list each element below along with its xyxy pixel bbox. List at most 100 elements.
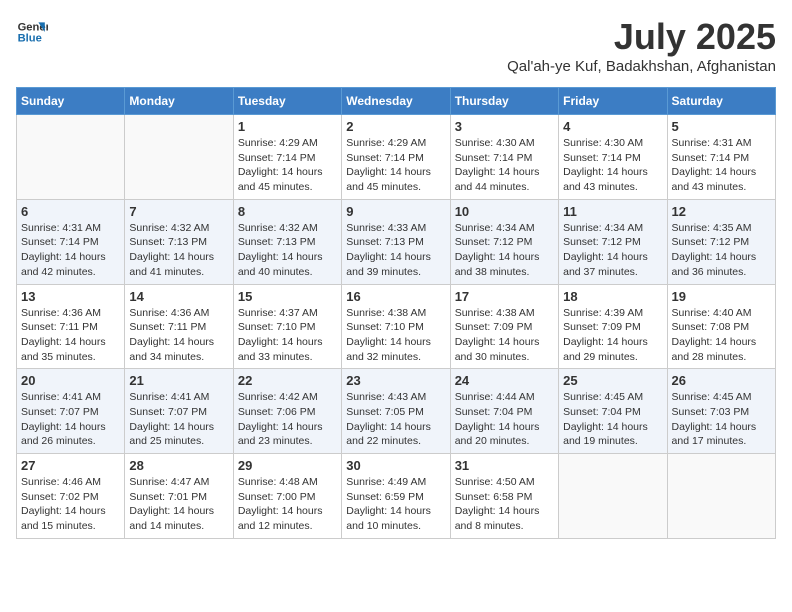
day-number: 18 bbox=[563, 289, 662, 304]
calendar-cell: 25 Sunrise: 4:45 AMSunset: 7:04 PMDayligh… bbox=[559, 369, 667, 454]
calendar-cell: 13Sunrise: 4:36 AMSunset: 7:11 PMDayligh… bbox=[17, 284, 125, 369]
location-subtitle: Qal'ah-ye Kuf, Badakhshan, Afghanistan bbox=[507, 58, 776, 75]
day-info: Sunrise: 4:49 AMSunset: 6:59 PMDaylight:… bbox=[346, 475, 445, 534]
calendar-cell bbox=[125, 115, 233, 200]
calendar-cell: 6 Sunrise: 4:31 AMSunset: 7:14 PMDaylight… bbox=[17, 199, 125, 284]
calendar-cell: 2 Sunrise: 4:29 AMSunset: 7:14 PMDaylight… bbox=[342, 115, 450, 200]
calendar-cell: 3 Sunrise: 4:30 AMSunset: 7:14 PMDaylight… bbox=[450, 115, 558, 200]
calendar-cell: 15 Sunrise: 4:37 AMSunset: 7:10 PMDayligh… bbox=[233, 284, 341, 369]
day-number: 13 bbox=[21, 289, 120, 304]
day-info: Sunrise: 4:39 AMSunset: 7:09 PMDaylight:… bbox=[563, 306, 662, 365]
calendar-cell: 31Sunrise: 4:50 AMSunset: 6:58 PMDayligh… bbox=[450, 454, 558, 539]
calendar-cell: 4 Sunrise: 4:30 AMSunset: 7:14 PMDaylight… bbox=[559, 115, 667, 200]
page-header: General Blue July 2025 Qal'ah-ye Kuf, Ba… bbox=[16, 16, 776, 75]
day-number: 2 bbox=[346, 119, 445, 134]
day-number: 23 bbox=[346, 373, 445, 388]
day-number: 12 bbox=[672, 204, 771, 219]
day-info: Sunrise: 4:34 AMSunset: 7:12 PMDaylight:… bbox=[455, 221, 554, 280]
calendar-cell: 8 Sunrise: 4:32 AMSunset: 7:13 PMDaylight… bbox=[233, 199, 341, 284]
day-number: 24 bbox=[455, 373, 554, 388]
calendar-cell: 20 Sunrise: 4:41 AMSunset: 7:07 PMDayligh… bbox=[17, 369, 125, 454]
svg-text:Blue: Blue bbox=[18, 33, 42, 45]
calendar-cell: 10 Sunrise: 4:34 AMSunset: 7:12 PMDayligh… bbox=[450, 199, 558, 284]
calendar-cell: 16 Sunrise: 4:38 AMSunset: 7:10 PMDayligh… bbox=[342, 284, 450, 369]
day-number: 28 bbox=[129, 458, 228, 473]
day-info: Sunrise: 4:32 AMSunset: 7:13 PMDaylight:… bbox=[238, 221, 337, 280]
day-info: Sunrise: 4:33 AMSunset: 7:13 PMDaylight:… bbox=[346, 221, 445, 280]
day-number: 5 bbox=[672, 119, 771, 134]
day-info: Sunrise: 4:45 AMSunset: 7:04 PMDaylight:… bbox=[563, 390, 662, 449]
day-info: Sunrise: 4:40 AMSunset: 7:08 PMDaylight:… bbox=[672, 306, 771, 365]
day-number: 30 bbox=[346, 458, 445, 473]
day-info: Sunrise: 4:43 AMSunset: 7:05 PMDaylight:… bbox=[346, 390, 445, 449]
day-number: 14 bbox=[129, 289, 228, 304]
day-number: 8 bbox=[238, 204, 337, 219]
day-info: Sunrise: 4:31 AMSunset: 7:14 PMDaylight:… bbox=[21, 221, 120, 280]
day-number: 6 bbox=[21, 204, 120, 219]
day-header-saturday: Saturday bbox=[667, 88, 775, 115]
day-number: 9 bbox=[346, 204, 445, 219]
day-number: 29 bbox=[238, 458, 337, 473]
day-number: 11 bbox=[563, 204, 662, 219]
day-info: Sunrise: 4:30 AMSunset: 7:14 PMDaylight:… bbox=[455, 136, 554, 195]
day-info: Sunrise: 4:48 AMSunset: 7:00 PMDaylight:… bbox=[238, 475, 337, 534]
calendar-cell: 1 Sunrise: 4:29 AMSunset: 7:14 PMDaylight… bbox=[233, 115, 341, 200]
calendar-cell: 7 Sunrise: 4:32 AMSunset: 7:13 PMDaylight… bbox=[125, 199, 233, 284]
day-header-friday: Friday bbox=[559, 88, 667, 115]
day-info: Sunrise: 4:32 AMSunset: 7:13 PMDaylight:… bbox=[129, 221, 228, 280]
calendar-week-row: 20 Sunrise: 4:41 AMSunset: 7:07 PMDayligh… bbox=[17, 369, 776, 454]
calendar-cell: 26 Sunrise: 4:45 AMSunset: 7:03 PMDayligh… bbox=[667, 369, 775, 454]
day-number: 16 bbox=[346, 289, 445, 304]
day-number: 1 bbox=[238, 119, 337, 134]
day-info: Sunrise: 4:38 AMSunset: 7:09 PMDaylight:… bbox=[455, 306, 554, 365]
day-number: 31 bbox=[455, 458, 554, 473]
day-info: Sunrise: 4:42 AMSunset: 7:06 PMDaylight:… bbox=[238, 390, 337, 449]
day-info: Sunrise: 4:29 AMSunset: 7:14 PMDaylight:… bbox=[346, 136, 445, 195]
day-header-sunday: Sunday bbox=[17, 88, 125, 115]
day-info: Sunrise: 4:29 AMSunset: 7:14 PMDaylight:… bbox=[238, 136, 337, 195]
calendar-cell: 23 Sunrise: 4:43 AMSunset: 7:05 PMDayligh… bbox=[342, 369, 450, 454]
calendar-cell: 19 Sunrise: 4:40 AMSunset: 7:08 PMDayligh… bbox=[667, 284, 775, 369]
day-number: 7 bbox=[129, 204, 228, 219]
calendar-cell: 29 Sunrise: 4:48 AMSunset: 7:00 PMDayligh… bbox=[233, 454, 341, 539]
calendar-cell: 12Sunrise: 4:35 AMSunset: 7:12 PMDayligh… bbox=[667, 199, 775, 284]
day-header-thursday: Thursday bbox=[450, 88, 558, 115]
day-info: Sunrise: 4:37 AMSunset: 7:10 PMDaylight:… bbox=[238, 306, 337, 365]
day-number: 3 bbox=[455, 119, 554, 134]
calendar-cell: 5 Sunrise: 4:31 AMSunset: 7:14 PMDaylight… bbox=[667, 115, 775, 200]
calendar-header-row: SundayMondayTuesdayWednesdayThursdayFrid… bbox=[17, 88, 776, 115]
calendar-cell: 28 Sunrise: 4:47 AMSunset: 7:01 PMDayligh… bbox=[125, 454, 233, 539]
calendar-cell: 14 Sunrise: 4:36 AMSunset: 7:11 PMDayligh… bbox=[125, 284, 233, 369]
day-number: 4 bbox=[563, 119, 662, 134]
day-header-tuesday: Tuesday bbox=[233, 88, 341, 115]
logo-icon: General Blue bbox=[16, 16, 48, 48]
day-info: Sunrise: 4:36 AMSunset: 7:11 PMDaylight:… bbox=[129, 306, 228, 365]
day-number: 22 bbox=[238, 373, 337, 388]
day-number: 26 bbox=[672, 373, 771, 388]
day-info: Sunrise: 4:30 AMSunset: 7:14 PMDaylight:… bbox=[563, 136, 662, 195]
calendar-cell: 17 Sunrise: 4:38 AMSunset: 7:09 PMDayligh… bbox=[450, 284, 558, 369]
day-header-monday: Monday bbox=[125, 88, 233, 115]
day-info: Sunrise: 4:38 AMSunset: 7:10 PMDaylight:… bbox=[346, 306, 445, 365]
calendar-cell bbox=[17, 115, 125, 200]
day-info: Sunrise: 4:44 AMSunset: 7:04 PMDaylight:… bbox=[455, 390, 554, 449]
calendar-week-row: 27Sunrise: 4:46 AMSunset: 7:02 PMDayligh… bbox=[17, 454, 776, 539]
month-year-title: July 2025 bbox=[507, 16, 776, 58]
day-header-wednesday: Wednesday bbox=[342, 88, 450, 115]
day-info: Sunrise: 4:41 AMSunset: 7:07 PMDaylight:… bbox=[21, 390, 120, 449]
calendar-cell: 11 Sunrise: 4:34 AMSunset: 7:12 PMDayligh… bbox=[559, 199, 667, 284]
calendar-cell: 27Sunrise: 4:46 AMSunset: 7:02 PMDayligh… bbox=[17, 454, 125, 539]
calendar-week-row: 13 Sunrise: 4:36 AMSunset: 7:11 PMDayligh… bbox=[17, 284, 776, 369]
day-info: Sunrise: 4:45 AMSunset: 7:03 PMDaylight:… bbox=[672, 390, 771, 449]
logo: General Blue bbox=[16, 16, 48, 48]
day-number: 25 bbox=[563, 373, 662, 388]
day-info: Sunrise: 4:31 AMSunset: 7:14 PMDaylight:… bbox=[672, 136, 771, 195]
day-number: 15 bbox=[238, 289, 337, 304]
day-number: 10 bbox=[455, 204, 554, 219]
day-number: 20 bbox=[21, 373, 120, 388]
calendar-cell bbox=[559, 454, 667, 539]
day-number: 19 bbox=[672, 289, 771, 304]
day-number: 17 bbox=[455, 289, 554, 304]
day-info: Sunrise: 4:47 AMSunset: 7:01 PMDaylight:… bbox=[129, 475, 228, 534]
day-info: Sunrise: 4:34 AMSunset: 7:12 PMDaylight:… bbox=[563, 221, 662, 280]
